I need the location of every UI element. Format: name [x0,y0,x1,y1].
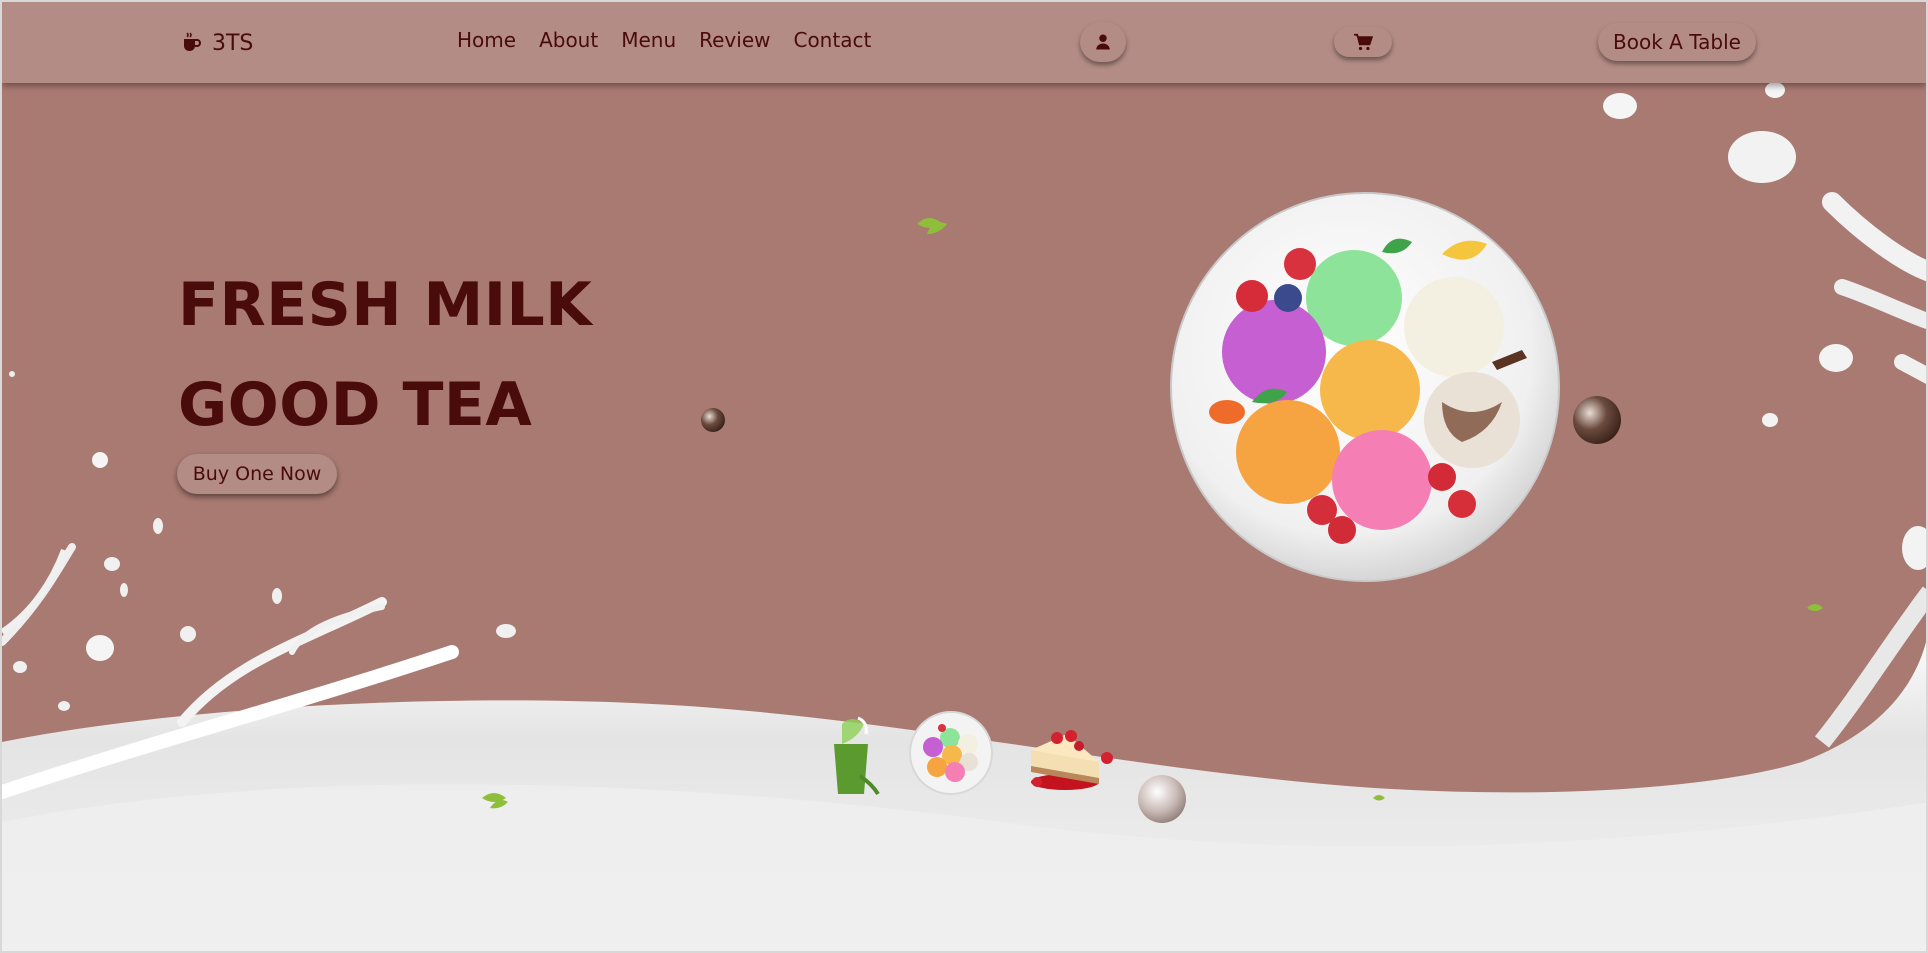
brand-logo[interactable]: 3TS [180,26,253,60]
cheesecake-thumbnail[interactable] [1017,718,1123,794]
brand-name: 3TS [212,30,254,56]
book-table-button[interactable]: Book A Table [1598,23,1756,61]
user-icon [1096,34,1110,50]
buy-one-now-button[interactable]: Buy One Now [177,454,337,494]
nav-link-about[interactable]: About [539,28,598,52]
cart-icon [1354,33,1373,51]
coffee-cup-icon [184,32,201,51]
nav-link-home[interactable]: Home [457,28,516,52]
nav-links: Home About Menu Review Contact [457,28,871,52]
hero-heading-line-1: FRESH MILK [178,270,593,340]
user-account-button[interactable] [1080,22,1126,62]
hero-heading-line-2: GOOD TEA [178,370,533,440]
nav-link-review[interactable]: Review [699,28,770,52]
green-drink-thumbnail[interactable] [820,714,884,798]
navbar: 3TS Home About Menu Review Contact Book … [2,2,1926,83]
nav-link-contact[interactable]: Contact [793,28,871,52]
ice-cream-plate-thumbnail[interactable] [908,710,994,796]
page: 3TS Home About Menu Review Contact Book … [0,0,1928,953]
nav-link-menu[interactable]: Menu [621,28,676,52]
cart-button[interactable] [1334,27,1392,57]
